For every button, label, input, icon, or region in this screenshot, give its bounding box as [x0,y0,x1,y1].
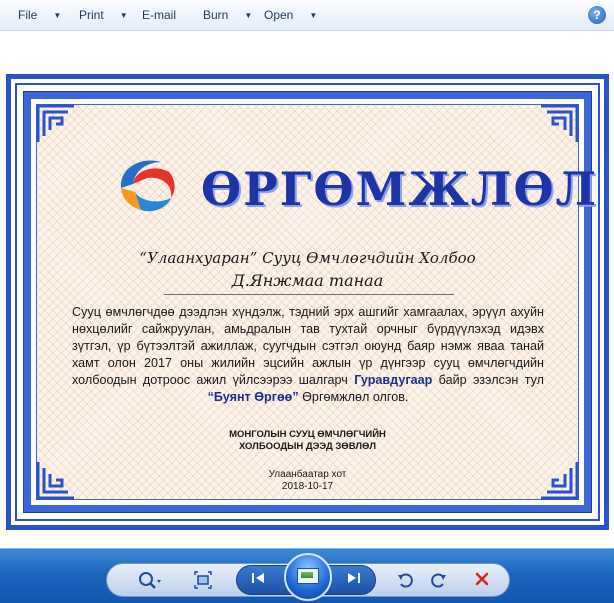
fit-window-icon [194,571,212,589]
file-menu-label: File [18,8,38,22]
chevron-down-icon: ▼ [119,11,128,20]
help-icon[interactable]: ? [588,6,606,24]
delete-icon [475,572,489,586]
rotate-clockwise-button[interactable] [428,571,448,591]
corner-ornament-icon [36,104,74,142]
swirl-logo-icon [120,160,175,212]
organization-name: “Улаанхуаран” Сууц Өмчлөгчдийн Холбоо [139,249,476,267]
zoom-button[interactable] [136,571,164,591]
corner-ornament-icon [541,462,579,500]
menu-bar: File ▼ Print ▼ E-mail Burn ▼ Open ▼ ? [0,0,614,31]
slideshow-icon [297,568,319,584]
chevron-down-icon: ▼ [53,11,62,20]
previous-button[interactable] [250,571,266,590]
place: Улаанбаатар хот [268,469,347,480]
rank-highlight: Гуравдугаар [354,373,433,387]
rotate-counterclockwise-button[interactable] [396,571,416,591]
control-bar [0,548,614,603]
email-label: E-mail [142,8,177,22]
image-viewer: ӨРГӨМЖЛӨЛ “Улаанхуаран” Сууц Өмчлөгчдийн… [0,31,614,548]
date: 2018-10-17 [281,481,334,492]
open-menu[interactable]: Open ▼ [264,0,317,31]
body-text: Өргөмжлөл олгов. [302,390,409,404]
previous-icon [252,573,264,583]
rotate-ccw-icon [398,573,413,588]
slideshow-button[interactable] [284,553,332,601]
next-button[interactable] [346,571,362,590]
print-menu-label: Print [79,8,104,22]
corner-ornament-icon [36,462,74,500]
fit-window-button[interactable] [192,571,214,591]
council-name-line2: ХОЛБООДЫН ДЭЭД ЗӨВЛӨЛ [238,441,377,452]
chevron-down-icon: ▼ [309,11,318,20]
next-icon [348,573,360,583]
council-name-line1: МОНГОЛЫН СУУЦ ӨМЧЛӨГЧИЙН [229,429,386,440]
file-menu[interactable]: File ▼ [18,0,61,31]
award-name-highlight: “Буянт Өргөө” [207,390,299,404]
recipient-name: Д.Янжмаа танаа [231,271,384,290]
magnifier-icon [139,572,161,589]
certificate-image: ӨРГӨМЖЛӨЛ “Улаанхуаран” Сууц Өмчлөгчдийн… [6,74,609,530]
delete-button[interactable] [472,571,492,591]
divider [164,294,454,295]
body-text: байр эзэлсэн тул [438,373,545,387]
certificate-title: ӨРГӨМЖЛӨЛ [201,162,599,216]
open-menu-label: Open [264,8,294,22]
corner-ornament-icon [541,104,579,142]
burn-menu-label: Burn [203,8,229,22]
rotate-cw-icon [431,573,446,588]
email-button[interactable]: E-mail [142,0,176,31]
print-menu[interactable]: Print ▼ [79,0,128,31]
certificate-body: Сууц өмчлөгчдөө дээдлэн хүндэлж, тэдний … [72,304,544,406]
chevron-down-icon: ▼ [244,11,253,20]
burn-menu[interactable]: Burn ▼ [203,0,252,31]
